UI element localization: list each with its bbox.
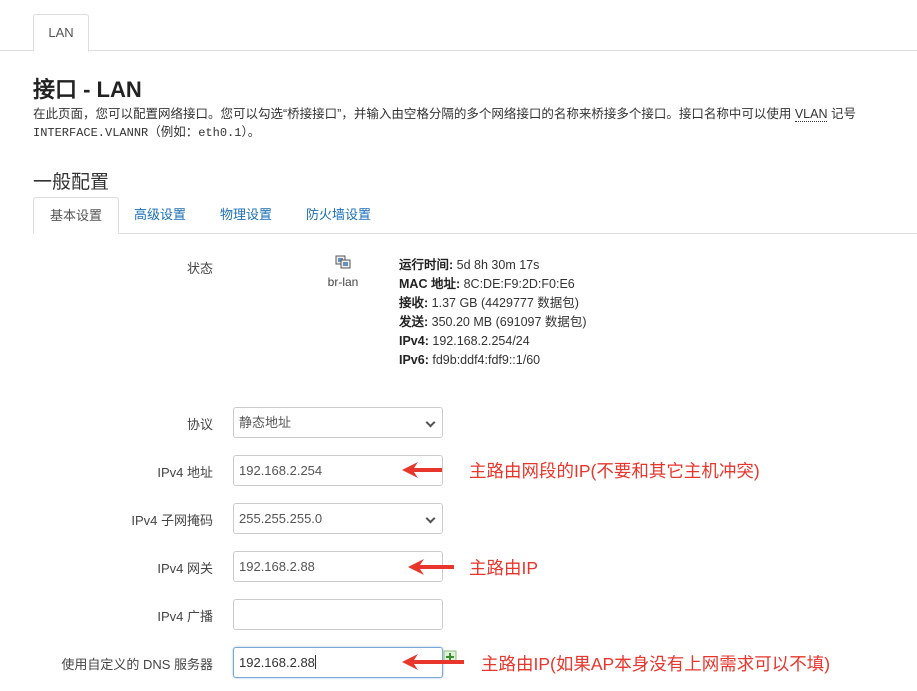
tx-label: 发送: <box>399 315 429 329</box>
page-description: 在此页面，您可以配置网络接口。您可以勾选“桥接接口”，并输入由空格分隔的多个网络… <box>33 105 903 142</box>
ipv4-row: IPv4: 192.168.2.254/24 <box>399 332 587 351</box>
arrow-left-icon <box>408 559 454 575</box>
ipv4-address-note: 主路由网段的IP(不要和其它主机冲突) <box>469 461 760 481</box>
ipv6-row: IPv6: fd9b:ddf4:fdf9::1/60 <box>399 351 587 370</box>
tx-row: 发送: 350.20 MB (691097 数据包) <box>399 313 587 332</box>
sub-tab-bar: 基本设置 高级设置 物理设置 防火墙设置 <box>33 197 917 234</box>
ipv6-value: fd9b:ddf4:fdf9::1/60 <box>432 353 541 367</box>
tab-physical-settings[interactable]: 物理设置 <box>204 197 288 234</box>
mac-value: 8C:DE:F9:2D:F0:E6 <box>463 277 575 291</box>
dns-label: 使用自定义的 DNS 服务器 <box>61 657 213 672</box>
netmask-label: IPv4 子网掩码 <box>131 513 213 528</box>
rx-row: 接收: 1.37 GB (4429777 数据包) <box>399 294 587 313</box>
desc-text-3: （例如： <box>148 125 199 139</box>
section-title: 一般配置 <box>33 172 110 193</box>
status-label: 状态 <box>186 261 213 276</box>
uptime-value: 5d 8h 30m 17s <box>456 258 540 272</box>
desc-code: INTERFACE.VLANNR <box>33 126 149 140</box>
rx-label: 接收: <box>399 296 429 310</box>
protocol-label: 协议 <box>186 417 213 432</box>
arrow-left-icon <box>402 654 464 670</box>
broadcast-input[interactable] <box>233 599 443 630</box>
tx-value: 350.20 MB (691097 数据包) <box>431 315 587 329</box>
tab-advanced-settings[interactable]: 高级设置 <box>118 197 202 234</box>
ipv4-label: IPv4: <box>399 334 429 348</box>
rx-value: 1.37 GB (4429777 数据包) <box>431 296 579 310</box>
desc-example: eth0.1 <box>198 126 242 140</box>
ipv4-address-label: IPv4 地址 <box>157 465 213 480</box>
gateway-label: IPv4 网关 <box>157 561 213 576</box>
status-details: 运行时间: 5d 8h 30m 17s MAC 地址: 8C:DE:F9:2D:… <box>399 256 587 370</box>
tab-basic-settings[interactable]: 基本设置 <box>33 197 120 234</box>
ethernet-port-icon <box>335 255 351 269</box>
protocol-select[interactable]: 静态地址 <box>233 407 443 438</box>
tab-firewall-settings[interactable]: 防火墙设置 <box>290 197 387 234</box>
top-tab-bar: LAN <box>0 0 917 52</box>
interface-name: br-lan <box>327 275 359 289</box>
broadcast-label: IPv4 广播 <box>157 609 213 624</box>
arrow-left-icon <box>402 462 442 478</box>
interface-badge: br-lan <box>326 254 360 289</box>
desc-text-1: 在此页面，您可以配置网络接口。您可以勾选“桥接接口”，并输入由空格分隔的多个网络… <box>33 107 795 121</box>
gateway-note: 主路由IP <box>469 558 539 578</box>
ipv6-label: IPv6: <box>399 353 429 367</box>
ipv4-value: 192.168.2.254/24 <box>432 334 530 348</box>
mac-row: MAC 地址: 8C:DE:F9:2D:F0:E6 <box>399 275 587 294</box>
tab-lan[interactable]: LAN <box>33 14 89 52</box>
netmask-select[interactable]: 255.255.255.0 <box>233 503 443 534</box>
page-title: 接口 - LAN <box>33 77 142 102</box>
text-caret <box>314 655 316 669</box>
dns-value: 192.168.2.88 <box>239 655 315 670</box>
vlan-abbr: VLAN <box>794 107 828 122</box>
uptime-row: 运行时间: 5d 8h 30m 17s <box>399 256 587 275</box>
dns-note: 主路由IP(如果AP本身没有上网需求可以不填) <box>481 654 831 674</box>
mac-label: MAC 地址: <box>399 277 461 291</box>
desc-text-4: ）。 <box>241 125 261 139</box>
desc-text-2: 记号 <box>827 107 856 121</box>
uptime-label: 运行时间: <box>399 258 454 272</box>
